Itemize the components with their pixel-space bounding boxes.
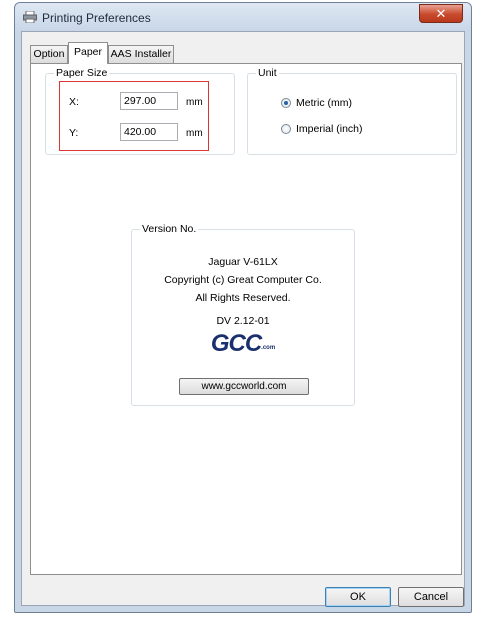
tab-paper[interactable]: Paper (68, 42, 108, 64)
model-name: Jaguar V-61LX (208, 256, 278, 268)
printing-preferences-dialog: Printing Preferences ✕ Option Paper AAS … (14, 2, 472, 613)
version-group: Version No. Jaguar V-61LX Copyright (c) … (131, 223, 355, 406)
y-unit-label: mm (186, 128, 203, 139)
paper-tab-page: Paper Size X: mm Y: mm Unit Metric (mm) … (30, 63, 462, 575)
paper-width-input[interactable] (120, 92, 178, 110)
x-unit-label: mm (186, 97, 203, 108)
unit-title: Unit (256, 67, 279, 79)
metric-label: Metric (mm) (296, 97, 352, 109)
dialog-client-area: Option Paper AAS Installer Paper Size X:… (21, 31, 465, 607)
y-label: Y: (69, 127, 79, 139)
gcc-logo-text: GCC (210, 330, 262, 357)
metric-radio[interactable] (281, 98, 291, 108)
imperial-radio-option[interactable]: Imperial (inch) (281, 123, 363, 135)
gcc-logo-tail: .com (261, 345, 276, 351)
website-button[interactable]: www.gccworld.com (179, 378, 309, 395)
version-number: DV 2.12-01 (216, 315, 270, 327)
gcc-logo: GCC.com (132, 330, 354, 358)
close-icon: ✕ (435, 6, 447, 21)
window-title: Printing Preferences (42, 11, 151, 25)
unit-group: Unit (247, 67, 457, 155)
imperial-radio[interactable] (281, 124, 291, 134)
close-button[interactable]: ✕ (419, 4, 463, 23)
title-bar[interactable]: Printing Preferences ✕ (15, 3, 471, 31)
x-label: X: (69, 96, 79, 108)
imperial-label: Imperial (inch) (296, 123, 363, 135)
version-title: Version No. (140, 223, 199, 235)
metric-radio-option[interactable]: Metric (mm) (281, 97, 352, 109)
copyright-text: Copyright (c) Great Computer Co. (164, 274, 322, 286)
cancel-button[interactable]: Cancel (398, 587, 464, 607)
ok-button[interactable]: OK (325, 587, 391, 607)
paper-size-title: Paper Size (54, 67, 110, 79)
tab-option[interactable]: Option (30, 45, 68, 63)
tab-aas-installer[interactable]: AAS Installer (108, 45, 174, 63)
rights-text: All Rights Reserved. (195, 292, 291, 304)
paper-height-input[interactable] (120, 123, 178, 141)
printer-icon (23, 11, 37, 23)
